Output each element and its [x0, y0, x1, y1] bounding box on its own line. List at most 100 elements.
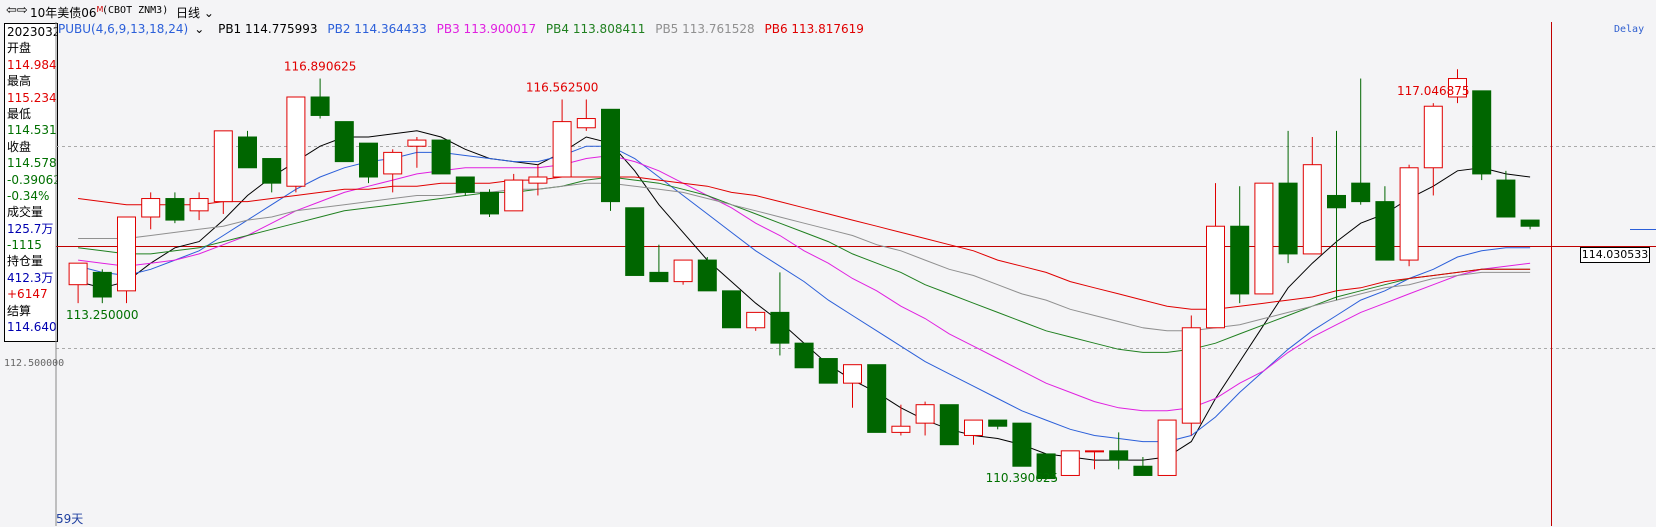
- crosshair: [1552, 22, 1656, 526]
- candle-body: [1328, 195, 1346, 207]
- extreme-price-label: 117.046875: [1397, 84, 1470, 98]
- candle: [166, 192, 184, 223]
- candle-body: [795, 343, 813, 368]
- candle-body: [1231, 226, 1249, 294]
- candle-body: [1255, 183, 1273, 294]
- extreme-price-label: 116.890625: [284, 60, 357, 74]
- candle-body: [1497, 180, 1515, 217]
- candle-body: [940, 405, 958, 445]
- extreme-price-label: 113.250000: [66, 308, 139, 322]
- candle-body: [577, 119, 595, 128]
- candle-body: [239, 137, 257, 168]
- candle-body: [1013, 423, 1031, 466]
- candle: [1013, 423, 1031, 466]
- candle: [360, 143, 378, 183]
- candle-body: [844, 365, 862, 383]
- candle-body: [747, 312, 765, 327]
- candle: [1376, 186, 1394, 260]
- candle-body: [456, 177, 474, 192]
- candle-body: [93, 272, 111, 297]
- candle-body: [1521, 220, 1539, 226]
- candlestick-chart[interactable]: 116.890625116.562500117.046875113.250000…: [0, 0, 1656, 526]
- candle: [93, 269, 111, 303]
- candle: [698, 257, 716, 291]
- candle: [529, 165, 547, 196]
- candle-body: [1352, 183, 1370, 201]
- days-count-label: 59天: [56, 510, 83, 527]
- current-price-tag: 114.030533: [1580, 247, 1650, 263]
- candle: [577, 99, 595, 130]
- candle: [916, 402, 934, 436]
- candle: [1182, 315, 1200, 435]
- candle-body: [1473, 91, 1491, 174]
- candle: [723, 291, 741, 328]
- candle-body: [505, 180, 523, 211]
- candle: [1061, 451, 1079, 476]
- candle-body: [723, 291, 741, 328]
- candle-body: [432, 140, 450, 174]
- candle: [989, 420, 1007, 429]
- candle: [819, 359, 837, 384]
- candle-body: [142, 199, 160, 217]
- candle-body: [892, 426, 910, 432]
- candle-body: [360, 143, 378, 177]
- candle: [335, 122, 353, 162]
- candle-body: [408, 140, 426, 146]
- candle: [650, 245, 668, 282]
- candle: [142, 192, 160, 229]
- candle: [311, 79, 329, 119]
- candle-body: [989, 420, 1007, 426]
- candle-body: [650, 272, 668, 281]
- candle-body: [529, 177, 547, 183]
- candle: [1352, 79, 1370, 205]
- candle: [868, 365, 886, 433]
- candle-body: [868, 365, 886, 433]
- candle: [602, 109, 620, 211]
- price-axis-tick: 112.500000: [4, 358, 64, 369]
- candle-body: [965, 420, 983, 435]
- candle-body: [311, 97, 329, 115]
- candle: [1158, 420, 1176, 475]
- candle: [481, 189, 499, 217]
- candle: [844, 365, 862, 408]
- candle-body: [674, 260, 692, 282]
- candle-body: [819, 359, 837, 384]
- candle: [1279, 131, 1297, 263]
- candle: [1207, 183, 1225, 328]
- candle: [214, 131, 232, 214]
- candle-body: [1086, 451, 1104, 452]
- candle-body: [1207, 226, 1225, 328]
- candle: [1473, 91, 1491, 180]
- candle: [1497, 171, 1515, 217]
- candle-body: [287, 97, 305, 186]
- candle: [940, 405, 958, 445]
- candle: [1231, 186, 1249, 303]
- candle: [190, 192, 208, 220]
- candle-body: [1061, 451, 1079, 476]
- candle-body: [69, 263, 87, 285]
- candle: [771, 272, 789, 355]
- candle: [1400, 165, 1418, 267]
- candle-body: [1424, 106, 1442, 168]
- candle: [674, 260, 692, 285]
- candle-body: [916, 405, 934, 423]
- candle-body: [263, 159, 281, 184]
- candle-body: [190, 199, 208, 211]
- candle: [263, 159, 281, 193]
- extreme-price-label: 110.390625: [986, 471, 1059, 485]
- candle: [1255, 183, 1273, 294]
- candle-body: [214, 131, 232, 202]
- candle-body: [118, 217, 136, 291]
- candle-body: [384, 152, 402, 174]
- candle: [456, 177, 474, 195]
- candles: [69, 69, 1539, 479]
- candle-body: [1376, 202, 1394, 260]
- candle: [505, 174, 523, 211]
- candle-body: [166, 199, 184, 221]
- candle-body: [335, 122, 353, 162]
- candle: [1303, 137, 1321, 254]
- candle: [432, 140, 450, 174]
- candle-body: [602, 109, 620, 201]
- candle-body: [1279, 183, 1297, 254]
- candle: [1328, 131, 1346, 300]
